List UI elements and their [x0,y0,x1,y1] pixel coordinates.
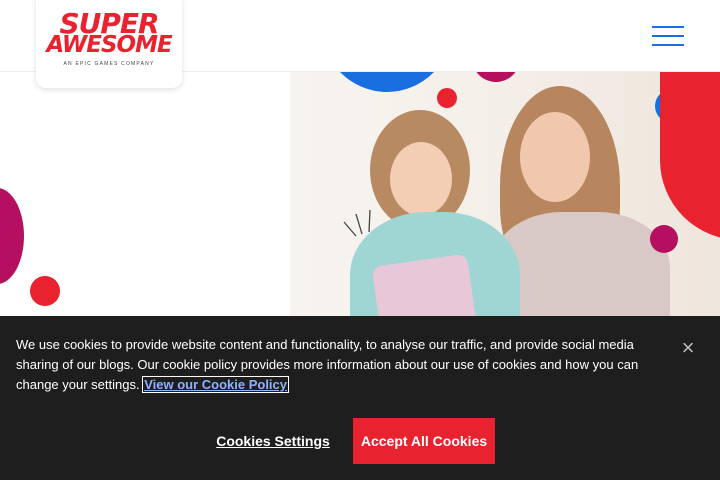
girl-face [390,142,452,216]
accept-all-cookies-button[interactable]: Accept All Cookies [353,418,495,464]
cookies-settings-button[interactable]: Cookies Settings [212,418,334,464]
cookie-message: We use cookies to provide website conten… [16,335,676,395]
sparkle-icon [343,209,371,237]
decor-circle-magenta-left [0,188,24,284]
cookie-banner: We use cookies to provide website conten… [0,316,720,480]
close-icon[interactable]: × [678,337,698,359]
decor-circle-red-left [30,276,60,306]
decor-circle-magenta-right [650,225,678,253]
mother-face [520,112,590,202]
cookie-description: We use cookies to provide website conten… [16,337,639,392]
logo[interactable]: SUPER AWESOME AN EPIC GAMES COMPANY [36,0,182,88]
decor-circle-red-small [437,88,457,108]
logo-tagline: AN EPIC GAMES COMPANY [63,61,155,67]
hamburger-menu-icon[interactable] [652,26,684,46]
logo-wordmark-bottom: AWESOME [46,32,172,58]
cookie-policy-link[interactable]: View our Cookie Policy [142,376,290,393]
